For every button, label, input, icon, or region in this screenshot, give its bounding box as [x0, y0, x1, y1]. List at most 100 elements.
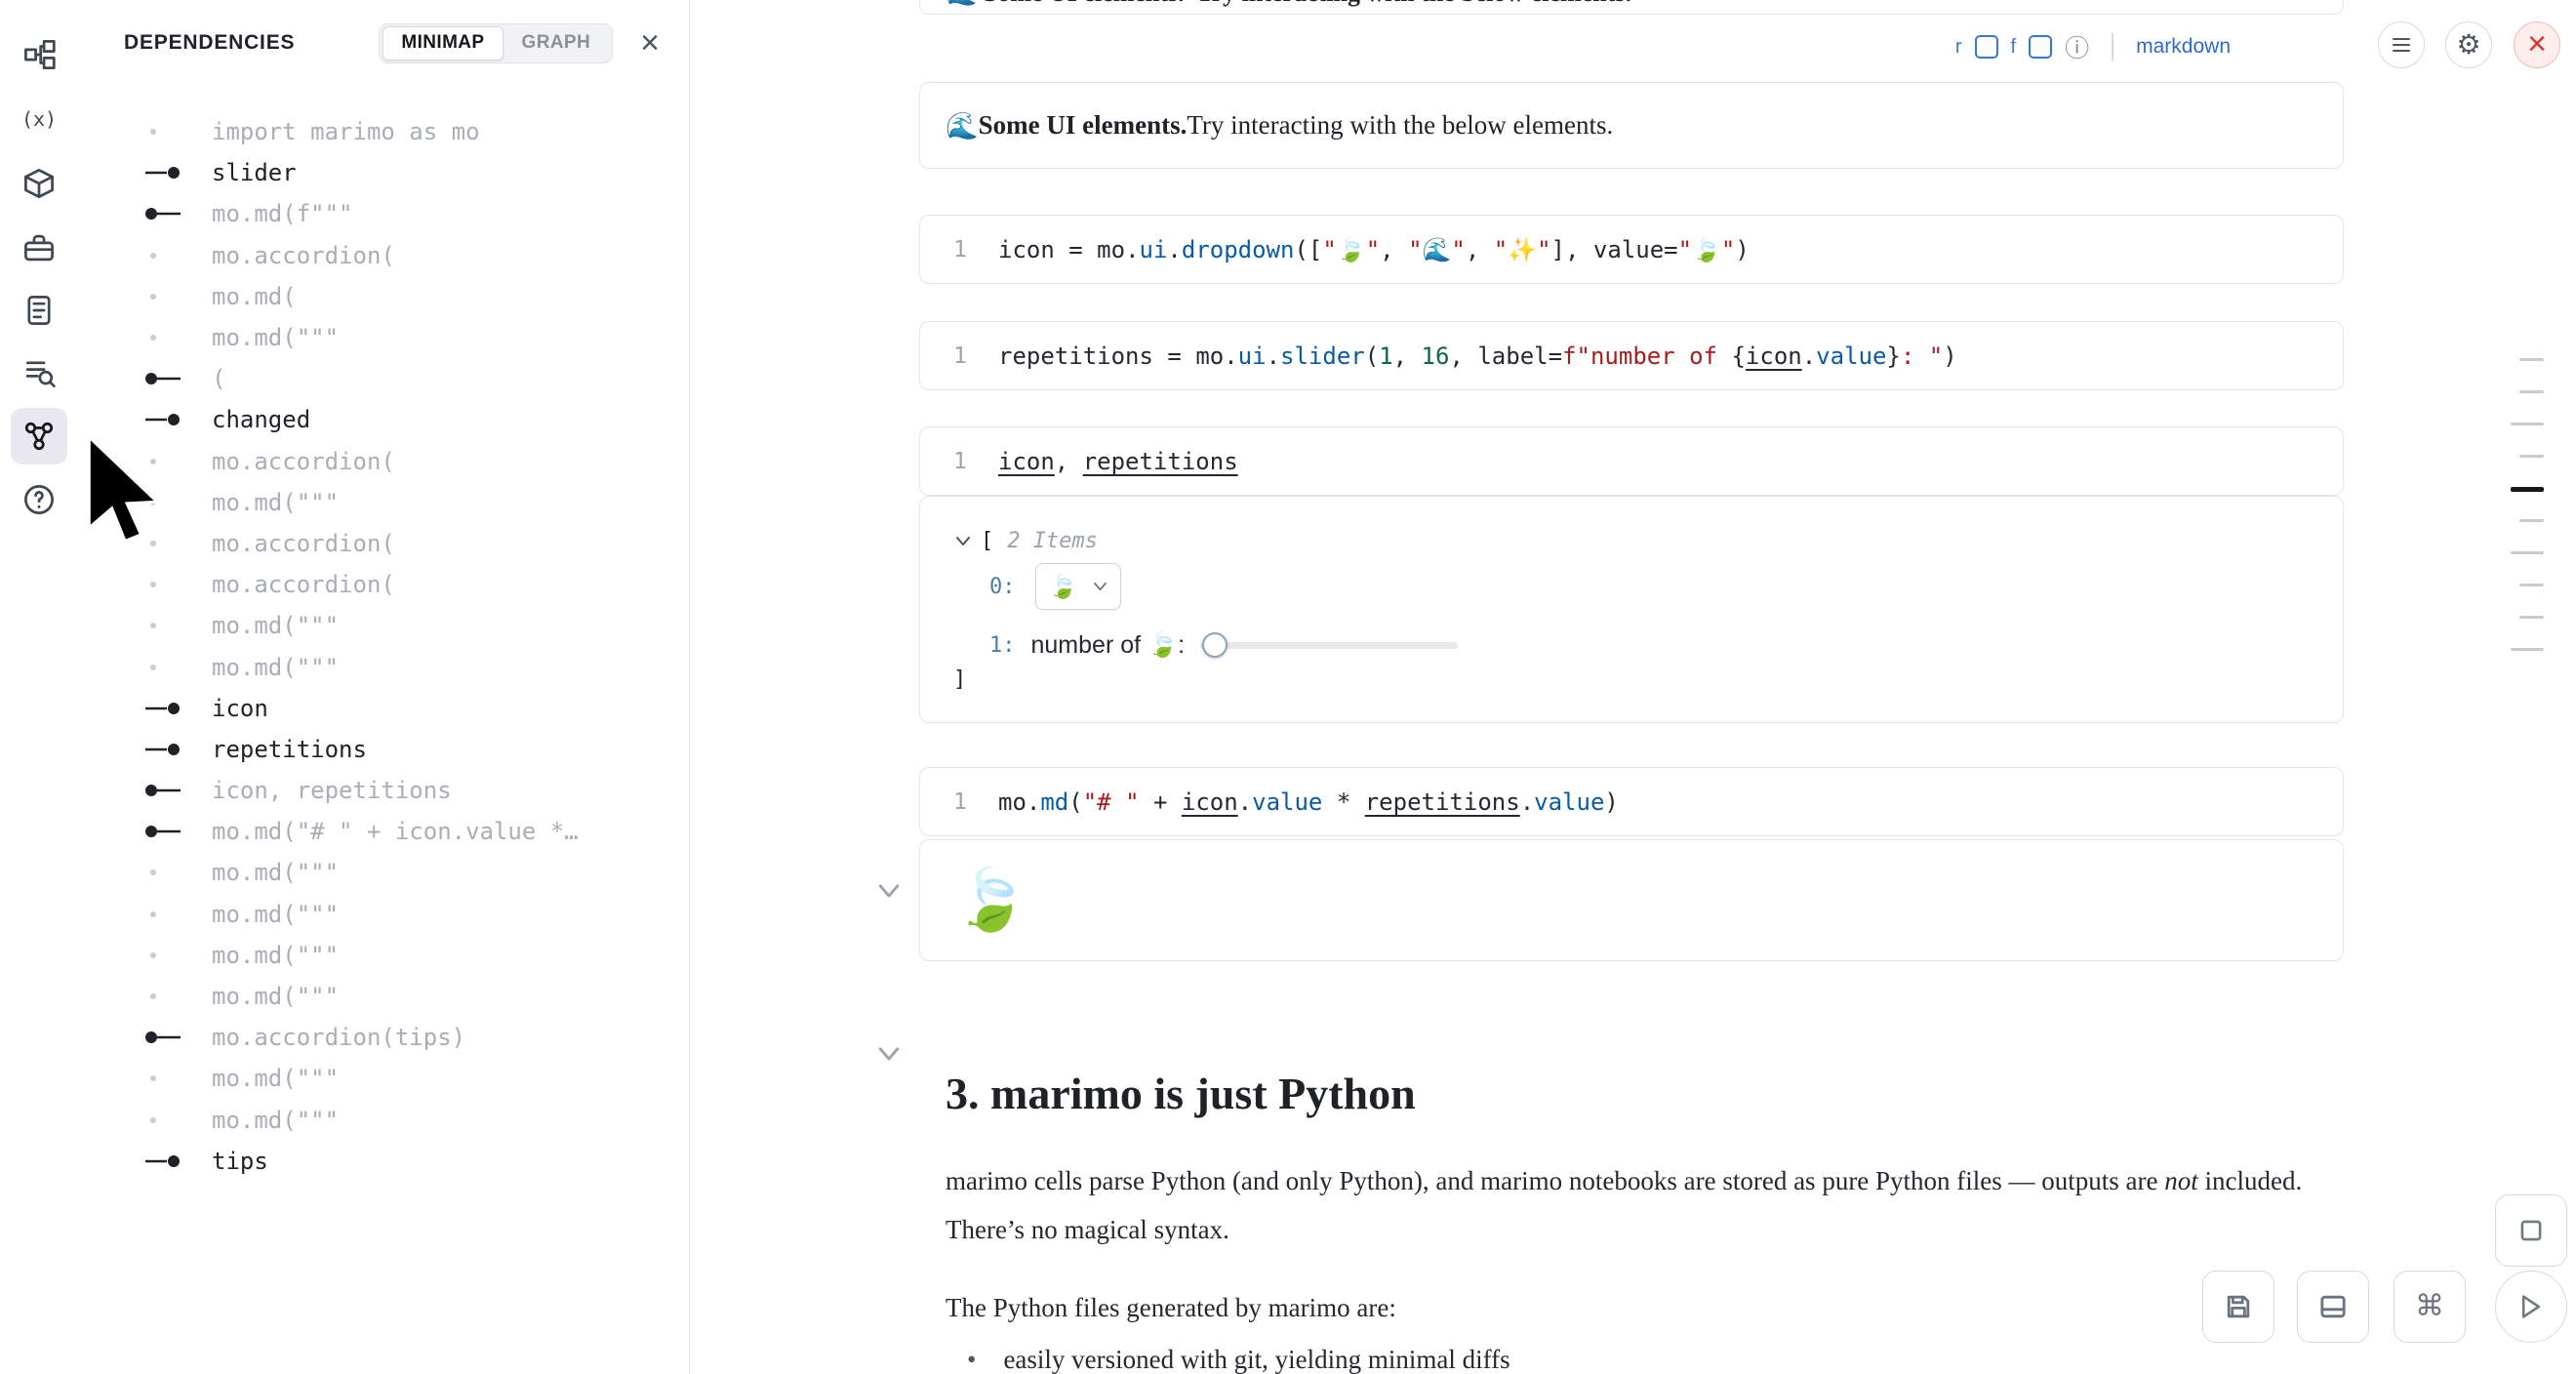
dot-icon [143, 578, 182, 591]
dependency-item[interactable]: tips [79, 1141, 689, 1182]
dependency-item[interactable]: mo.md(""" [79, 646, 689, 687]
minimap-mark[interactable] [2519, 616, 2544, 619]
dropdown-widget[interactable]: 🍃 [1035, 563, 1122, 610]
settings-button[interactable]: ⚙ [2445, 21, 2492, 68]
code-line[interactable]: mo.md("# " + icon.value * repetitions.va… [998, 788, 1619, 816]
dependency-item[interactable]: slider [79, 152, 689, 193]
section-heading: 3. marimo is just Python [946, 1068, 1416, 1119]
code-cell-slider[interactable]: 1 repetitions = mo.ui.slider(1, 16, labe… [919, 321, 2344, 390]
toolbox-icon[interactable] [11, 220, 67, 276]
dependency-item[interactable]: mo.md(""" [79, 1100, 689, 1141]
help-icon[interactable] [11, 471, 67, 528]
minimap-mark[interactable] [2519, 455, 2544, 458]
markdown-editor-clipped[interactable]: 🌊 Some UI elements. Try interacting with… [919, 0, 2344, 15]
minimap-mark[interactable] [2519, 358, 2544, 361]
packages-icon[interactable] [11, 155, 67, 212]
dependency-item-label: mo.md(""" [212, 983, 339, 1010]
dependency-item[interactable]: mo.accordion( [79, 441, 689, 482]
paragraph-emphasis: not [2164, 1166, 2198, 1195]
save-button[interactable] [2202, 1271, 2274, 1343]
r-checkbox[interactable] [1975, 35, 1998, 59]
dependency-item[interactable]: mo.md(""" [79, 976, 689, 1017]
slider-widget[interactable] [1200, 632, 1458, 658]
info-icon[interactable]: ⓘ [2065, 29, 2089, 64]
minimap-scrollbar [2511, 358, 2544, 690]
code-line[interactable]: icon = mo.ui.dropdown(["🍃", "🌊", "✨"], v… [998, 236, 1750, 263]
dot-icon [143, 908, 182, 921]
open-bracket: [ [981, 529, 993, 553]
dependency-item[interactable]: icon, repetitions [79, 770, 689, 811]
line-number: 1 [920, 449, 998, 474]
dependency-item[interactable]: icon [79, 688, 689, 729]
f-toggle-label: f [2011, 36, 2017, 59]
slider-track[interactable] [1200, 642, 1458, 649]
minimap-mark[interactable] [2511, 423, 2544, 425]
dependency-item-label: slider [212, 159, 297, 186]
collapse-section-icon[interactable] [876, 1046, 902, 1062]
tree-row: 0: 🍃 [920, 561, 1121, 612]
minimap-mark[interactable] [2511, 551, 2544, 554]
language-button[interactable]: markdown [2136, 35, 2231, 59]
minimap-mark[interactable] [2511, 648, 2544, 651]
dependencies-icon[interactable] [11, 408, 67, 465]
paragraph-text: marimo cells parse Python (and only Pyth… [946, 1166, 2164, 1195]
reference-icon [143, 825, 182, 838]
menu-button[interactable] [2378, 21, 2425, 68]
dependency-item[interactable]: mo.md(""" [79, 1058, 689, 1099]
collapse-output-icon[interactable] [876, 883, 902, 899]
tab-minimap[interactable]: MINIMAP [382, 26, 503, 61]
wave-emoji: 🌊 [946, 110, 979, 141]
logs-search-icon[interactable] [11, 344, 67, 401]
chevron-down-icon [1093, 582, 1107, 591]
dependency-item[interactable]: ( [79, 358, 689, 399]
dependency-item[interactable]: mo.md(""" [79, 935, 689, 976]
code-cell-dropdown[interactable]: 1 icon = mo.ui.dropdown(["🍃", "🌊", "✨"],… [919, 215, 2344, 284]
code-line[interactable]: icon, repetitions [998, 448, 1238, 475]
dependency-item-label: icon, repetitions [212, 777, 452, 804]
close-icon[interactable]: × [640, 26, 660, 60]
minimap-mark[interactable] [2519, 584, 2544, 586]
minimap-mark-active[interactable] [2511, 487, 2544, 492]
variables-icon[interactable]: (x) [11, 91, 67, 147]
f-checkbox[interactable] [2029, 35, 2052, 59]
code-line[interactable]: repetitions = mo.ui.slider(1, 16, label=… [998, 343, 1957, 370]
code-cell-md[interactable]: 1 mo.md("# " + icon.value * repetitions.… [919, 767, 2344, 836]
square-icon [2518, 1218, 2544, 1243]
dependency-item[interactable]: mo.md("# " + icon.value *… [79, 811, 689, 852]
dot-icon [143, 290, 182, 303]
minimap-mark[interactable] [2519, 390, 2544, 393]
layout-icon [2319, 1293, 2347, 1320]
minimap-mark[interactable] [2519, 519, 2544, 522]
dependency-item-label: mo.md(""" [212, 1107, 339, 1134]
code-cell-tuple[interactable]: 1 icon, repetitions [919, 426, 2344, 496]
dependency-item[interactable]: mo.md(""" [79, 894, 689, 935]
dependency-item[interactable]: mo.md( [79, 276, 689, 317]
dependency-item[interactable]: mo.accordion( [79, 523, 689, 564]
slider-thumb[interactable] [1202, 632, 1228, 658]
dot-icon [143, 1071, 182, 1085]
layout-button[interactable] [2297, 1271, 2369, 1343]
dependency-item[interactable]: mo.md(""" [79, 852, 689, 893]
reference-icon [143, 1030, 182, 1044]
dependency-item[interactable]: mo.md(f""" [79, 193, 689, 234]
dependency-item[interactable]: mo.md(""" [79, 482, 689, 523]
dependency-item[interactable]: mo.md(""" [79, 605, 689, 646]
run-button[interactable] [2495, 1271, 2567, 1343]
dependency-item[interactable]: mo.md(""" [79, 317, 689, 358]
stop-button[interactable] [2495, 1194, 2567, 1267]
command-palette-button[interactable]: ⌘ [2394, 1271, 2466, 1343]
document-icon[interactable] [11, 282, 67, 339]
dependency-item[interactable]: import marimo as mo [79, 111, 689, 152]
list-item: • easily versioned with git, yielding mi… [946, 1345, 2312, 1374]
dependency-item[interactable]: mo.accordion( [79, 235, 689, 276]
dependency-item[interactable]: repetitions [79, 729, 689, 770]
definition-icon [143, 743, 182, 756]
shutdown-button[interactable]: × [2514, 21, 2560, 68]
dependency-item[interactable]: mo.accordion(tips) [79, 1017, 689, 1058]
dot-icon [143, 1113, 182, 1127]
tab-graph[interactable]: GRAPH [503, 26, 610, 61]
file-tree-icon[interactable] [11, 26, 67, 83]
dependency-item[interactable]: mo.accordion( [79, 564, 689, 605]
tree-collapse-icon[interactable] [955, 536, 971, 546]
dependency-item[interactable]: changed [79, 399, 689, 440]
